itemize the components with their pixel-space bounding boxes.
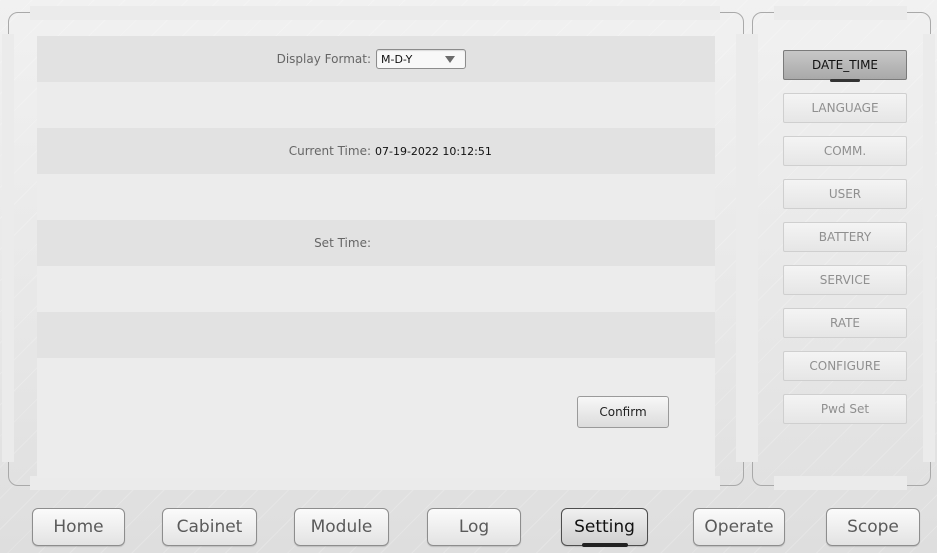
nav-scope[interactable]: Scope xyxy=(826,508,920,546)
empty-row xyxy=(37,266,715,312)
set-time-label: Set Time: xyxy=(314,236,371,250)
confirm-button[interactable]: Confirm xyxy=(577,396,669,428)
side-menu-service[interactable]: SERVICE xyxy=(783,265,907,295)
display-format-label: Display Format: xyxy=(276,52,371,66)
empty-row xyxy=(37,174,715,220)
display-format-value: M-D-Y xyxy=(381,52,413,66)
side-frame-gap-left xyxy=(746,34,758,462)
side-menu-rate[interactable]: RATE xyxy=(783,308,907,338)
side-menu-language[interactable]: LANGUAGE xyxy=(783,93,907,123)
current-time-value: 07-19-2022 10:12:51 xyxy=(375,144,492,158)
nav-operate[interactable]: Operate xyxy=(693,508,785,546)
side-menu-user[interactable]: USER xyxy=(783,179,907,209)
nav-setting[interactable]: Setting xyxy=(561,508,648,547)
empty-row xyxy=(37,82,715,128)
side-frame-gap-bottom xyxy=(774,476,907,490)
set-time-row: Set Time: xyxy=(37,220,715,266)
side-menu-date-time[interactable]: DATE_TIME xyxy=(783,50,907,82)
side-frame-gap-right xyxy=(923,34,935,462)
side-menu-configure[interactable]: CONFIGURE xyxy=(783,351,907,381)
frame-gap-left xyxy=(2,34,14,462)
empty-row xyxy=(37,312,715,358)
dropdown-arrow-icon xyxy=(445,56,455,63)
display-format-row: Display Format: M-D-Y xyxy=(37,36,715,82)
side-menu-comm[interactable]: COMM. xyxy=(783,136,907,166)
frame-gap-bottom xyxy=(30,476,720,490)
nav-home[interactable]: Home xyxy=(32,508,125,546)
display-format-select[interactable]: M-D-Y xyxy=(376,49,466,69)
nav-cabinet[interactable]: Cabinet xyxy=(162,508,257,546)
side-menu-battery[interactable]: BATTERY xyxy=(783,222,907,252)
current-time-label: Current Time: xyxy=(288,144,371,158)
side-frame-gap-top xyxy=(774,6,907,20)
frame-gap-top xyxy=(30,6,720,20)
current-time-row: Current Time: 07-19-2022 10:12:51 xyxy=(37,128,715,174)
side-menu-pwd-set[interactable]: Pwd Set xyxy=(783,394,907,424)
nav-log[interactable]: Log xyxy=(427,508,521,546)
nav-module[interactable]: Module xyxy=(294,508,389,546)
